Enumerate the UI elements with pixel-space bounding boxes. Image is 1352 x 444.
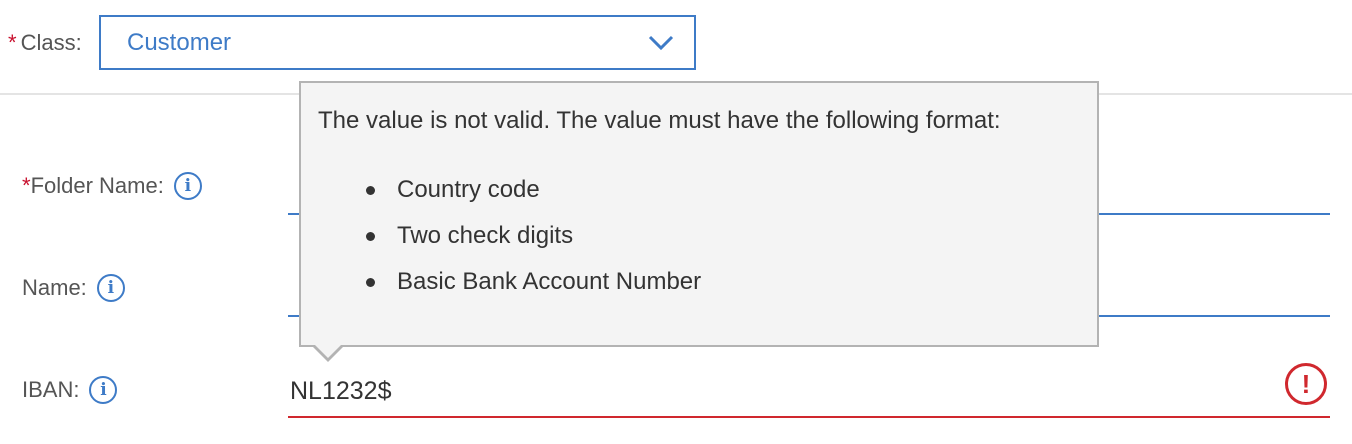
error-icon: ! xyxy=(1285,363,1327,405)
iban-label: IBAN: i xyxy=(22,376,118,404)
info-icon[interactable]: i xyxy=(89,376,118,404)
name-label: Name: i xyxy=(22,274,125,302)
required-marker: * xyxy=(8,30,17,55)
list-item: Basic Bank Account Number xyxy=(318,259,1079,305)
list-item: Country code xyxy=(318,167,1079,213)
validation-tooltip: The value is not valid. The value must h… xyxy=(299,81,1099,347)
tooltip-message: The value is not valid. The value must h… xyxy=(318,107,1001,134)
required-marker: * xyxy=(22,173,31,198)
iban-underline-error xyxy=(288,416,1330,418)
folder-name-label-text: Folder Name: xyxy=(30,173,164,198)
info-icon[interactable]: i xyxy=(96,274,125,302)
class-label: * Class: xyxy=(8,30,82,56)
info-icon[interactable]: i xyxy=(173,172,202,200)
class-label-text: Class: xyxy=(20,30,82,55)
tooltip-arrow-fill xyxy=(315,345,341,358)
class-select-value: Customer xyxy=(127,28,232,56)
list-item: Two check digits xyxy=(318,213,1079,259)
chevron-down-icon xyxy=(648,35,674,50)
iban-input[interactable] xyxy=(290,371,1270,411)
folder-name-label: *Folder Name: i xyxy=(22,172,202,200)
name-label-text: Name: xyxy=(22,275,87,300)
class-select[interactable]: Customer xyxy=(99,15,696,70)
tooltip-format-list: Country code Two check digits Basic Bank… xyxy=(318,167,1079,305)
iban-label-text: IBAN: xyxy=(22,377,80,402)
